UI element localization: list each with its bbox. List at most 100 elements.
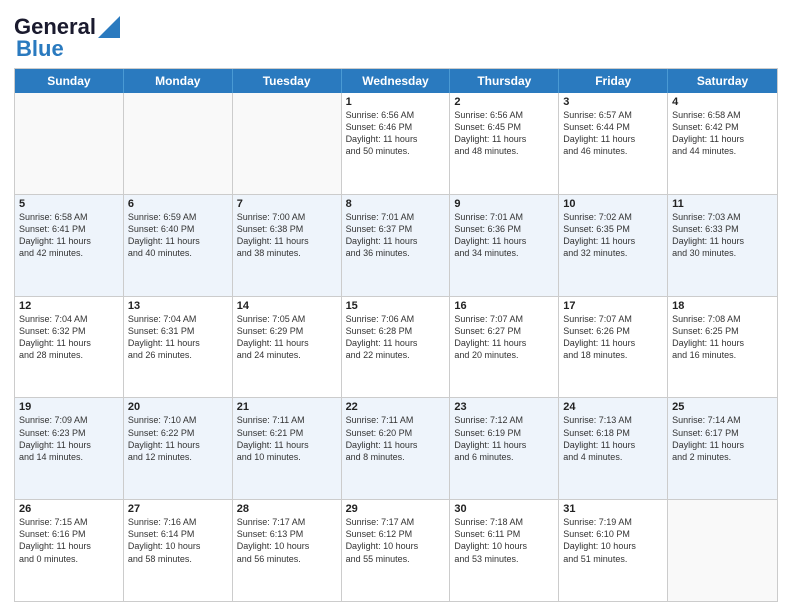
day-number: 23: [454, 401, 554, 413]
day-number: 10: [563, 198, 663, 210]
day-number: 29: [346, 503, 446, 515]
day-number: 26: [19, 503, 119, 515]
logo: General Blue: [14, 14, 120, 62]
day-info: Sunrise: 7:06 AM Sunset: 6:28 PM Dayligh…: [346, 313, 446, 362]
day-info: Sunrise: 7:07 AM Sunset: 6:26 PM Dayligh…: [563, 313, 663, 362]
cal-cell-day-4: 4Sunrise: 6:58 AM Sunset: 6:42 PM Daylig…: [668, 93, 777, 194]
day-info: Sunrise: 7:01 AM Sunset: 6:37 PM Dayligh…: [346, 211, 446, 260]
cal-cell-day-19: 19Sunrise: 7:09 AM Sunset: 6:23 PM Dayli…: [15, 398, 124, 499]
cal-row-1: 1Sunrise: 6:56 AM Sunset: 6:46 PM Daylig…: [15, 93, 777, 195]
day-info: Sunrise: 7:13 AM Sunset: 6:18 PM Dayligh…: [563, 414, 663, 463]
day-info: Sunrise: 7:04 AM Sunset: 6:31 PM Dayligh…: [128, 313, 228, 362]
cal-row-5: 26Sunrise: 7:15 AM Sunset: 6:16 PM Dayli…: [15, 500, 777, 601]
day-info: Sunrise: 7:05 AM Sunset: 6:29 PM Dayligh…: [237, 313, 337, 362]
cal-cell-day-28: 28Sunrise: 7:17 AM Sunset: 6:13 PM Dayli…: [233, 500, 342, 601]
day-number: 3: [563, 96, 663, 108]
day-number: 31: [563, 503, 663, 515]
day-number: 20: [128, 401, 228, 413]
cal-cell-day-20: 20Sunrise: 7:10 AM Sunset: 6:22 PM Dayli…: [124, 398, 233, 499]
cal-cell-empty: [15, 93, 124, 194]
cal-cell-day-16: 16Sunrise: 7:07 AM Sunset: 6:27 PM Dayli…: [450, 297, 559, 398]
day-number: 18: [672, 300, 773, 312]
day-number: 5: [19, 198, 119, 210]
cal-cell-day-3: 3Sunrise: 6:57 AM Sunset: 6:44 PM Daylig…: [559, 93, 668, 194]
day-info: Sunrise: 7:15 AM Sunset: 6:16 PM Dayligh…: [19, 516, 119, 565]
day-info: Sunrise: 7:00 AM Sunset: 6:38 PM Dayligh…: [237, 211, 337, 260]
cal-cell-day-18: 18Sunrise: 7:08 AM Sunset: 6:25 PM Dayli…: [668, 297, 777, 398]
cal-cell-day-6: 6Sunrise: 6:59 AM Sunset: 6:40 PM Daylig…: [124, 195, 233, 296]
cal-cell-empty: [233, 93, 342, 194]
cal-cell-day-13: 13Sunrise: 7:04 AM Sunset: 6:31 PM Dayli…: [124, 297, 233, 398]
day-info: Sunrise: 7:03 AM Sunset: 6:33 PM Dayligh…: [672, 211, 773, 260]
cal-cell-empty: [668, 500, 777, 601]
day-info: Sunrise: 6:58 AM Sunset: 6:42 PM Dayligh…: [672, 109, 773, 158]
cal-cell-day-23: 23Sunrise: 7:12 AM Sunset: 6:19 PM Dayli…: [450, 398, 559, 499]
day-info: Sunrise: 7:17 AM Sunset: 6:13 PM Dayligh…: [237, 516, 337, 565]
cal-cell-day-1: 1Sunrise: 6:56 AM Sunset: 6:46 PM Daylig…: [342, 93, 451, 194]
logo-icon: [98, 16, 120, 38]
day-number: 13: [128, 300, 228, 312]
cal-cell-day-5: 5Sunrise: 6:58 AM Sunset: 6:41 PM Daylig…: [15, 195, 124, 296]
calendar-header-row: SundayMondayTuesdayWednesdayThursdayFrid…: [15, 69, 777, 93]
cal-cell-day-21: 21Sunrise: 7:11 AM Sunset: 6:21 PM Dayli…: [233, 398, 342, 499]
day-info: Sunrise: 6:56 AM Sunset: 6:45 PM Dayligh…: [454, 109, 554, 158]
day-number: 4: [672, 96, 773, 108]
calendar: SundayMondayTuesdayWednesdayThursdayFrid…: [14, 68, 778, 602]
day-info: Sunrise: 7:07 AM Sunset: 6:27 PM Dayligh…: [454, 313, 554, 362]
cal-header-tuesday: Tuesday: [233, 69, 342, 93]
day-number: 30: [454, 503, 554, 515]
day-info: Sunrise: 7:01 AM Sunset: 6:36 PM Dayligh…: [454, 211, 554, 260]
day-info: Sunrise: 6:57 AM Sunset: 6:44 PM Dayligh…: [563, 109, 663, 158]
day-number: 17: [563, 300, 663, 312]
cal-cell-day-8: 8Sunrise: 7:01 AM Sunset: 6:37 PM Daylig…: [342, 195, 451, 296]
day-number: 24: [563, 401, 663, 413]
page: General Blue SundayMondayTuesdayWednesda…: [0, 0, 792, 612]
cal-cell-day-7: 7Sunrise: 7:00 AM Sunset: 6:38 PM Daylig…: [233, 195, 342, 296]
cal-cell-day-24: 24Sunrise: 7:13 AM Sunset: 6:18 PM Dayli…: [559, 398, 668, 499]
cal-cell-day-29: 29Sunrise: 7:17 AM Sunset: 6:12 PM Dayli…: [342, 500, 451, 601]
logo-blue: Blue: [16, 36, 64, 62]
cal-header-monday: Monday: [124, 69, 233, 93]
day-number: 16: [454, 300, 554, 312]
day-number: 12: [19, 300, 119, 312]
day-info: Sunrise: 7:16 AM Sunset: 6:14 PM Dayligh…: [128, 516, 228, 565]
cal-cell-day-11: 11Sunrise: 7:03 AM Sunset: 6:33 PM Dayli…: [668, 195, 777, 296]
cal-row-3: 12Sunrise: 7:04 AM Sunset: 6:32 PM Dayli…: [15, 297, 777, 399]
header: General Blue: [14, 10, 778, 62]
day-info: Sunrise: 7:12 AM Sunset: 6:19 PM Dayligh…: [454, 414, 554, 463]
day-number: 2: [454, 96, 554, 108]
day-info: Sunrise: 7:18 AM Sunset: 6:11 PM Dayligh…: [454, 516, 554, 565]
day-number: 9: [454, 198, 554, 210]
day-info: Sunrise: 6:56 AM Sunset: 6:46 PM Dayligh…: [346, 109, 446, 158]
day-number: 6: [128, 198, 228, 210]
cal-cell-day-26: 26Sunrise: 7:15 AM Sunset: 6:16 PM Dayli…: [15, 500, 124, 601]
day-info: Sunrise: 7:04 AM Sunset: 6:32 PM Dayligh…: [19, 313, 119, 362]
cal-cell-day-9: 9Sunrise: 7:01 AM Sunset: 6:36 PM Daylig…: [450, 195, 559, 296]
day-number: 15: [346, 300, 446, 312]
day-number: 1: [346, 96, 446, 108]
day-number: 7: [237, 198, 337, 210]
day-number: 28: [237, 503, 337, 515]
cal-cell-day-15: 15Sunrise: 7:06 AM Sunset: 6:28 PM Dayli…: [342, 297, 451, 398]
cal-row-2: 5Sunrise: 6:58 AM Sunset: 6:41 PM Daylig…: [15, 195, 777, 297]
day-number: 27: [128, 503, 228, 515]
day-info: Sunrise: 7:11 AM Sunset: 6:20 PM Dayligh…: [346, 414, 446, 463]
cal-header-friday: Friday: [559, 69, 668, 93]
day-info: Sunrise: 7:02 AM Sunset: 6:35 PM Dayligh…: [563, 211, 663, 260]
day-info: Sunrise: 6:59 AM Sunset: 6:40 PM Dayligh…: [128, 211, 228, 260]
day-info: Sunrise: 6:58 AM Sunset: 6:41 PM Dayligh…: [19, 211, 119, 260]
cal-cell-day-12: 12Sunrise: 7:04 AM Sunset: 6:32 PM Dayli…: [15, 297, 124, 398]
day-number: 8: [346, 198, 446, 210]
cal-cell-day-2: 2Sunrise: 6:56 AM Sunset: 6:45 PM Daylig…: [450, 93, 559, 194]
day-info: Sunrise: 7:17 AM Sunset: 6:12 PM Dayligh…: [346, 516, 446, 565]
cal-cell-day-31: 31Sunrise: 7:19 AM Sunset: 6:10 PM Dayli…: [559, 500, 668, 601]
cal-header-thursday: Thursday: [450, 69, 559, 93]
cal-cell-empty: [124, 93, 233, 194]
day-info: Sunrise: 7:19 AM Sunset: 6:10 PM Dayligh…: [563, 516, 663, 565]
day-number: 19: [19, 401, 119, 413]
day-info: Sunrise: 7:09 AM Sunset: 6:23 PM Dayligh…: [19, 414, 119, 463]
cal-cell-day-17: 17Sunrise: 7:07 AM Sunset: 6:26 PM Dayli…: [559, 297, 668, 398]
day-number: 22: [346, 401, 446, 413]
day-info: Sunrise: 7:11 AM Sunset: 6:21 PM Dayligh…: [237, 414, 337, 463]
day-info: Sunrise: 7:08 AM Sunset: 6:25 PM Dayligh…: [672, 313, 773, 362]
